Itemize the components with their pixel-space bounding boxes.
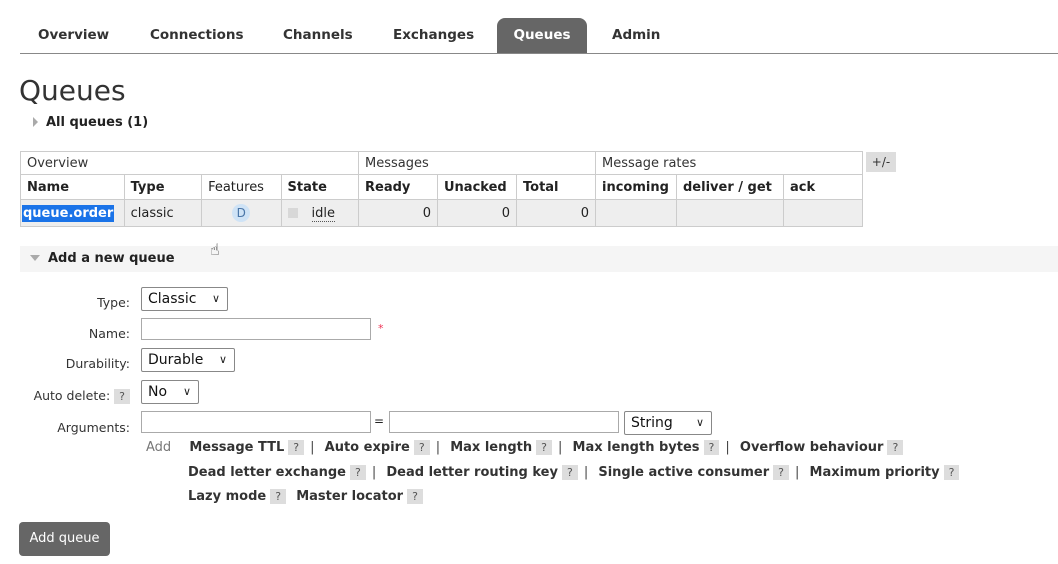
argument-shortcuts-line-1: Add Message TTL? | Auto expire? | Max leng… <box>146 440 904 455</box>
auto-delete-select[interactable]: No ∨ <box>141 380 199 404</box>
tab-overview[interactable]: Overview <box>38 18 118 53</box>
name-label: Name: <box>88 326 130 341</box>
col-ready[interactable]: Ready <box>358 174 438 200</box>
arg-auto-expire[interactable]: Auto expire <box>325 440 410 455</box>
ack-rate <box>783 199 863 227</box>
auto-delete-label-group: Auto delete:? <box>8 388 130 404</box>
durability-select[interactable]: Durable ∨ <box>141 348 235 372</box>
equals-sign: = <box>374 414 385 428</box>
page-title: Queues <box>19 74 126 107</box>
col-incoming[interactable]: incoming <box>595 174 677 200</box>
help-icon[interactable]: ? <box>407 489 423 504</box>
required-marker: * <box>378 322 384 335</box>
all-queues-toggle[interactable]: All queues (1) <box>33 115 148 130</box>
help-icon[interactable]: ? <box>536 440 552 455</box>
col-state[interactable]: State <box>280 174 360 200</box>
arg-dead-letter-routing-key[interactable]: Dead letter routing key <box>386 465 558 480</box>
all-queues-label: All queues (1) <box>46 115 149 130</box>
help-icon[interactable]: ? <box>773 465 789 480</box>
help-icon[interactable]: ? <box>413 440 430 455</box>
add-queue-section-header <box>20 246 1058 272</box>
auto-delete-label: Auto delete: <box>33 388 111 403</box>
argument-shortcuts-line-2: Dead letter exchange? | Dead letter routi… <box>188 465 960 480</box>
argument-type-select[interactable]: String ∨ <box>624 411 712 435</box>
queue-name-input[interactable] <box>141 318 371 340</box>
arg-lazy-mode[interactable]: Lazy mode <box>188 489 266 504</box>
queues-table: Overview Messages Message rates Name Typ… <box>20 151 863 227</box>
expand-arrow-icon <box>33 117 38 127</box>
col-ack[interactable]: ack <box>783 174 863 200</box>
chevron-down-icon: ∨ <box>218 353 227 366</box>
unacked-count: 0 <box>437 199 517 227</box>
group-header-messages: Messages <box>358 151 596 175</box>
col-deliver-get[interactable]: deliver / get <box>676 174 784 200</box>
total-count: 0 <box>516 199 596 227</box>
help-icon[interactable]: ? <box>943 465 960 480</box>
queue-type-select[interactable]: Classic ∨ <box>141 287 228 311</box>
col-total[interactable]: Total <box>516 174 596 200</box>
queue-type: classic <box>123 199 203 227</box>
group-header-message-rates: Message rates <box>595 151 863 175</box>
queue-name-link[interactable]: queue.order <box>22 204 115 222</box>
argument-type-value: String <box>631 415 673 431</box>
hand-cursor-icon: ☝ <box>210 240 220 259</box>
argument-value-input[interactable] <box>389 411 619 433</box>
chevron-down-icon: ∨ <box>695 416 704 429</box>
tab-channels[interactable]: Channels <box>283 18 363 53</box>
auto-delete-help-icon[interactable]: ? <box>114 389 130 404</box>
arg-max-length[interactable]: Max length <box>450 440 532 455</box>
arg-overflow-behaviour[interactable]: Overflow behaviour <box>740 440 884 455</box>
arg-dead-letter-exchange[interactable]: Dead letter exchange <box>188 465 346 480</box>
queue-type-value: Classic <box>148 291 197 307</box>
help-icon[interactable]: ? <box>349 465 366 480</box>
collapse-arrow-icon <box>30 255 40 261</box>
col-type[interactable]: Type <box>123 174 203 200</box>
durability-value: Durable <box>148 352 204 368</box>
arg-maximum-priority[interactable]: Maximum priority <box>810 465 940 480</box>
arg-master-locator[interactable]: Master locator <box>296 489 403 504</box>
add-argument-label: Add <box>146 440 172 455</box>
help-icon[interactable]: ? <box>270 489 287 504</box>
deliver-get-rate <box>676 199 784 227</box>
type-label: Type: <box>97 295 130 310</box>
add-queue-toggle[interactable]: Add a new queue <box>30 251 175 266</box>
col-features: Features <box>201 174 282 200</box>
arguments-label: Arguments: <box>57 420 130 435</box>
tab-connections[interactable]: Connections <box>150 18 250 53</box>
chevron-down-icon: ∨ <box>211 292 220 305</box>
help-icon[interactable]: ? <box>703 440 720 455</box>
tab-queues[interactable]: Queues <box>497 18 587 53</box>
chevron-down-icon: ∨ <box>182 385 191 398</box>
help-icon[interactable]: ? <box>561 465 578 480</box>
durable-feature-badge: D <box>232 204 251 222</box>
argument-shortcuts-line-3: Lazy mode? Master locator? <box>188 489 423 504</box>
tab-admin[interactable]: Admin <box>612 18 672 53</box>
queue-state: idle <box>311 205 336 222</box>
col-unacked[interactable]: Unacked <box>437 174 517 200</box>
incoming-rate <box>595 199 677 227</box>
durability-label: Durability: <box>65 356 130 371</box>
state-indicator-icon <box>287 208 298 218</box>
ready-count: 0 <box>358 199 438 227</box>
group-header-overview: Overview <box>20 151 359 175</box>
add-queue-button[interactable]: Add queue <box>19 522 110 556</box>
columns-toggle-button[interactable]: +/- <box>866 152 896 172</box>
argument-key-input[interactable] <box>141 411 371 433</box>
help-icon[interactable]: ? <box>887 440 904 455</box>
top-nav: Overview Connections Channels Exchanges … <box>20 18 1058 54</box>
col-name[interactable]: Name <box>20 174 125 200</box>
auto-delete-value: No <box>148 384 168 400</box>
help-icon[interactable]: ? <box>288 440 305 455</box>
tab-exchanges[interactable]: Exchanges <box>393 18 483 53</box>
arg-max-length-bytes[interactable]: Max length bytes <box>573 440 700 455</box>
add-queue-section-label: Add a new queue <box>48 251 175 266</box>
table-row: queue.order classic D idle 0 0 0 <box>20 199 863 227</box>
arg-single-active-consumer[interactable]: Single active consumer <box>598 465 769 480</box>
arg-message-ttl[interactable]: Message TTL <box>189 440 284 455</box>
